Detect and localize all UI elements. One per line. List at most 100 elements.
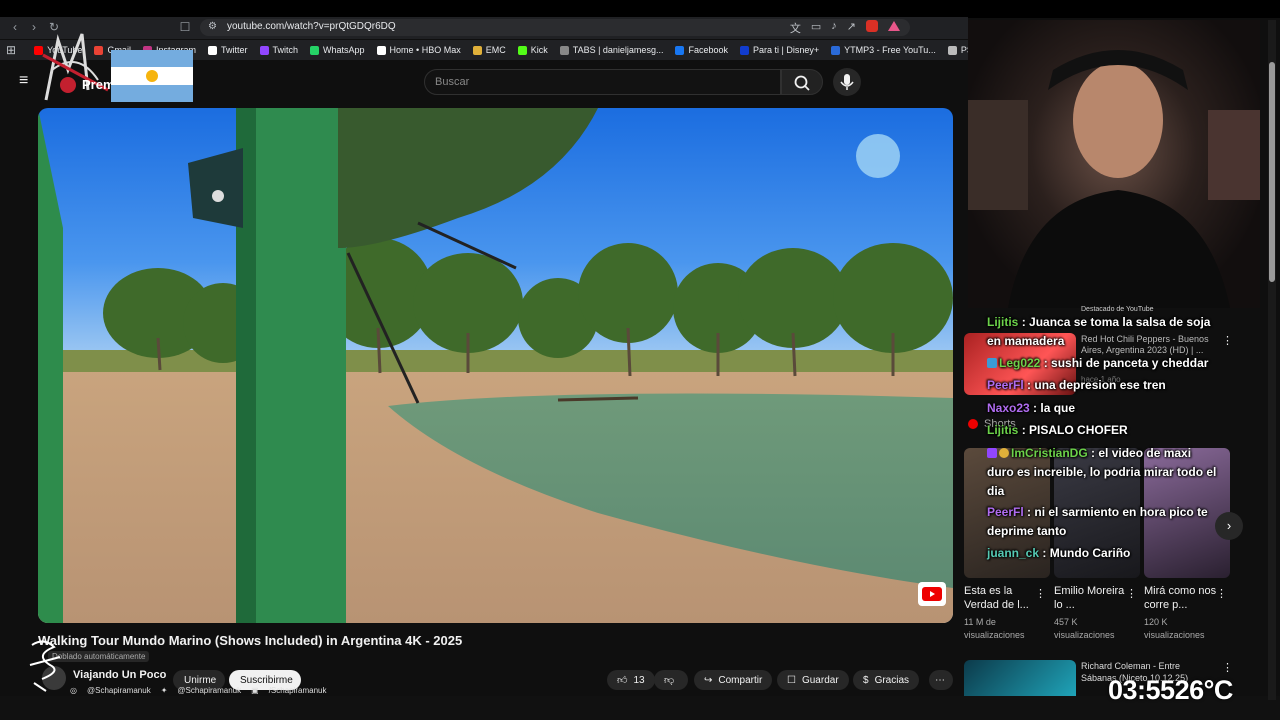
bookmark-item[interactable]: Home • HBO Max	[376, 45, 461, 55]
dislike-button[interactable]: 👎︎	[654, 670, 688, 690]
apps-grid-icon[interactable]: ⊞	[6, 43, 16, 57]
back-icon[interactable]: ‹	[8, 20, 22, 34]
chat-message: Lijitis : PISALO CHOFER	[987, 421, 1217, 440]
search-input[interactable]	[425, 70, 780, 94]
more-actions-button[interactable]: ⋯	[929, 670, 953, 690]
chat-username: PeerFl	[987, 505, 1024, 519]
scrollbar-thumb[interactable]	[1269, 62, 1275, 282]
bookmark-label: Para ti | Disney+	[752, 45, 820, 55]
twitch-badge-icon	[987, 448, 997, 458]
url-text[interactable]: youtube.com/watch?v=prQtGDQr6DQ	[227, 21, 396, 32]
bookmark-favicon-icon	[559, 45, 569, 55]
thumbs-up-icon: 👍︎	[617, 675, 628, 686]
bookmark-favicon-icon	[739, 45, 749, 55]
video-player[interactable]	[38, 108, 953, 623]
chat-username: Naxo23	[987, 401, 1030, 415]
short-title[interactable]: Emilio Moreira lo ...	[1054, 584, 1128, 612]
search-icon	[794, 75, 810, 91]
streamer-graffiti-logo	[42, 33, 109, 101]
channel-watermark-icon[interactable]	[918, 582, 946, 606]
bookmark-item[interactable]: Twitter	[207, 45, 248, 55]
search-button[interactable]	[781, 69, 823, 95]
chat-message: ImCristianDG : el video de maxi duro es …	[987, 444, 1217, 501]
streamer-webcam	[968, 20, 1260, 308]
channel-name[interactable]: Viajando Un Poco	[73, 669, 166, 681]
thumbs-down-icon: 👎︎	[664, 675, 675, 686]
media-icon[interactable]: ♪	[831, 20, 837, 36]
chat-username: Leg022	[999, 356, 1041, 370]
extension-triangle-icon[interactable]	[888, 21, 900, 31]
extension-shield-icon[interactable]	[866, 20, 878, 32]
more-horizontal-icon: ⋯	[935, 674, 945, 686]
save-label: Guardar	[801, 674, 839, 686]
like-count: 13	[633, 674, 645, 686]
bookmark-label: Home • HBO Max	[389, 45, 461, 55]
bookmark-label: Kick	[530, 45, 548, 55]
streamer-signature-logo	[29, 640, 61, 692]
save-icon: ☐	[787, 674, 796, 686]
thanks-label: Gracias	[874, 674, 910, 686]
bookmark-item[interactable]: EMC	[472, 45, 506, 55]
streamer-socials: ◎ @Schapiramanuk ✦ @Schapiramanuk ▣ /Schapi…	[70, 684, 327, 696]
share-arrow-icon: ↪	[704, 674, 713, 686]
shorts-next-button[interactable]: ›	[1215, 512, 1243, 540]
coin-badge-icon	[999, 448, 1009, 458]
microphone-icon	[840, 74, 854, 90]
chat-text: : Juanca se toma la salsa de soja en mam…	[987, 315, 1211, 348]
chat-username: Lijitis	[987, 423, 1019, 437]
bookmark-label: EMC	[485, 45, 506, 55]
bookmark-item[interactable]: Twitch	[259, 45, 298, 55]
bookmark-item[interactable]: Para ti | Disney+	[739, 45, 820, 55]
share-button[interactable]: ↪ Compartir	[694, 670, 773, 690]
chat-message: juann_ck : Mundo Cariño	[987, 544, 1217, 563]
twitch-icon: ▣	[251, 685, 259, 695]
more-vertical-icon[interactable]: ⋮	[1216, 587, 1227, 600]
menu-hamburger-icon[interactable]: ≡	[19, 73, 35, 89]
more-vertical-icon[interactable]: ⋮	[1222, 334, 1233, 347]
bookmark-item[interactable]: Kick	[517, 45, 548, 55]
like-button[interactable]: 👍︎ 13	[607, 670, 655, 690]
chat-text: : PISALO CHOFER	[1021, 423, 1128, 437]
chat-message: Leg022 : sushi de panceta y cheddar	[987, 354, 1217, 373]
short-title[interactable]: Esta es la Verdad de l...	[964, 584, 1038, 612]
bookmark-label: Twitter	[220, 45, 248, 55]
short-views: 457 K visualizaciones	[1054, 617, 1115, 640]
more-vertical-icon[interactable]: ⋮	[1126, 587, 1137, 600]
shorts-icon	[968, 419, 978, 429]
bookmark-item[interactable]: YTMP3 - Free YouTu...	[831, 45, 936, 55]
share-icon[interactable]: ↗	[847, 20, 856, 36]
search-box[interactable]	[424, 69, 781, 95]
thanks-button[interactable]: $ Gracias	[853, 670, 920, 690]
bookmark-favicon-icon	[207, 45, 217, 55]
more-vertical-icon[interactable]: ⋮	[1222, 661, 1233, 674]
short-title[interactable]: Mirá como nos corre p...	[1144, 584, 1218, 612]
bookmark-star-icon[interactable]: ☐	[178, 20, 192, 34]
site-info-icon[interactable]: ⚙	[208, 21, 217, 32]
bookmark-item[interactable]: WhatsApp	[310, 45, 365, 55]
chat-message: PeerFl : ni el sarmiento en hora pico te…	[987, 503, 1217, 541]
voice-search-button[interactable]	[833, 68, 861, 96]
bookmark-favicon-icon	[517, 45, 527, 55]
recommended-thumbnail[interactable]	[964, 660, 1076, 696]
twitter-icon: ✦	[160, 685, 168, 695]
bookmark-item[interactable]: Facebook	[675, 45, 728, 55]
share-label: Compartir	[718, 674, 763, 686]
chat-text: : Mundo Cariño	[1042, 546, 1131, 560]
social-twitter: @Schapiramanuk	[177, 685, 242, 695]
bookmark-favicon-icon	[472, 45, 482, 55]
chat-text: : una depresion ese tren	[1027, 378, 1166, 392]
chat-username: juann_ck	[987, 546, 1040, 560]
social-instagram: @Schapiramanuk	[86, 685, 151, 695]
save-button[interactable]: ☐ Guardar	[777, 670, 849, 690]
bookmark-favicon-icon	[831, 45, 841, 55]
more-vertical-icon[interactable]: ⋮	[1035, 587, 1046, 600]
bookmark-favicon-icon	[259, 45, 269, 55]
address-bar[interactable]: ⚙ youtube.com/watch?v=prQtGDQr6DQ 文 ▭ ♪ …	[200, 19, 910, 36]
chat-text: : sushi de panceta y cheddar	[1043, 356, 1209, 370]
top-black-strip	[0, 0, 1280, 18]
cast-icon[interactable]: ▭	[811, 20, 821, 36]
bookmark-item[interactable]: TABS | danieljamesg...	[559, 45, 663, 55]
bookmark-favicon-icon	[947, 45, 957, 55]
social-twitch: /Schapiramanuk	[268, 685, 327, 695]
translate-icon[interactable]: 文	[790, 20, 801, 36]
